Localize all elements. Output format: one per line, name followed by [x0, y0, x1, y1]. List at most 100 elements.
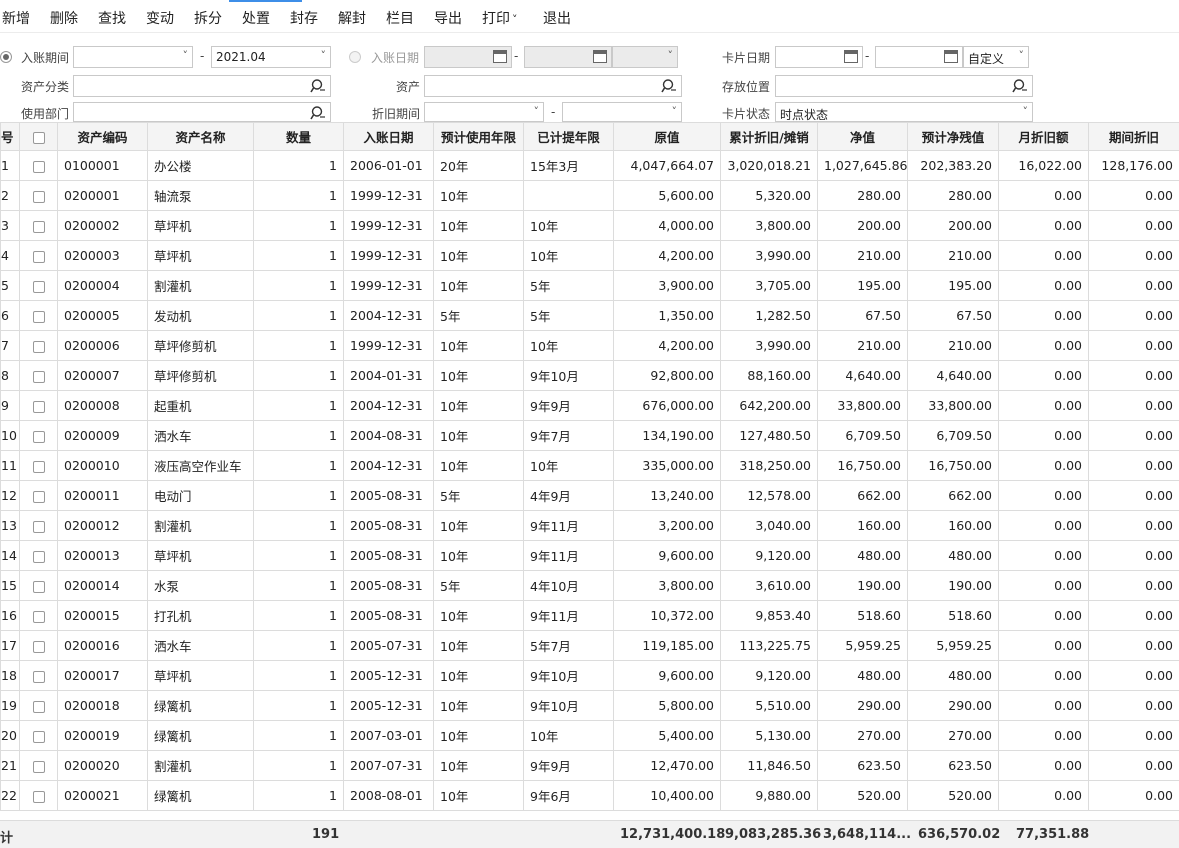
row-checkbox[interactable] — [32, 280, 45, 293]
row-checkbox[interactable] — [32, 250, 45, 263]
row-checkbox[interactable] — [32, 490, 45, 503]
search-icon[interactable] — [661, 78, 677, 94]
row-checkbox[interactable] — [32, 550, 45, 563]
asset-category-input[interactable] — [73, 75, 331, 97]
cell-row-checkbox[interactable] — [19, 630, 58, 661]
row-checkbox[interactable] — [32, 400, 45, 413]
cell-row-checkbox[interactable] — [19, 390, 58, 421]
change-button[interactable]: 变动 — [146, 8, 174, 28]
row-checkbox[interactable] — [32, 430, 45, 443]
add-button[interactable]: 新增 — [2, 8, 30, 28]
cell-row-checkbox[interactable] — [19, 720, 58, 751]
entry-period-radio[interactable] — [0, 51, 12, 63]
table-row[interactable]: 12 0200011 电动门 1 2005-08-31 5年 4年9月 13,240.00 12… — [0, 480, 1179, 511]
cell-row-checkbox[interactable] — [19, 540, 58, 571]
col-header-accumulated[interactable]: 累计折旧/摊销 — [720, 122, 818, 151]
select-all-checkbox[interactable] — [32, 131, 45, 144]
entry-date-from-input[interactable] — [424, 46, 512, 68]
row-checkbox[interactable] — [32, 220, 45, 233]
row-checkbox[interactable] — [32, 790, 45, 803]
table-row[interactable]: 2 0200001 轴流泵 1 1999-12-31 10年 5,600.00 5,320.0… — [0, 180, 1179, 211]
col-header-monthly[interactable]: 月折旧额 — [998, 122, 1089, 151]
depr-period-from-select[interactable]: ˅ — [424, 102, 544, 122]
cell-row-checkbox[interactable] — [19, 360, 58, 391]
split-button[interactable]: 拆分 — [194, 8, 222, 28]
cell-row-checkbox[interactable] — [19, 600, 58, 631]
row-checkbox[interactable] — [32, 190, 45, 203]
row-checkbox[interactable] — [32, 340, 45, 353]
table-row[interactable]: 14 0200013 草坪机 1 2005-08-31 10年 9年11月 9,600.00 9… — [0, 540, 1179, 571]
table-row[interactable]: 11 0200010 液压高空作业车 1 2004-12-31 10年 10年 335,000… — [0, 450, 1179, 481]
table-row[interactable]: 6 0200005 发动机 1 2004-12-31 5年 5年 1,350.00 1,282.… — [0, 300, 1179, 331]
col-header-asset-code[interactable]: 资产编码 — [57, 122, 148, 151]
depr-period-to-select[interactable]: ˅ — [562, 102, 682, 122]
table-row[interactable]: 7 0200006 草坪修剪机 1 1999-12-31 10年 10年 4,200.00 3,… — [0, 330, 1179, 361]
row-checkbox[interactable] — [32, 760, 45, 773]
table-row[interactable]: 22 0200021 绿篱机 1 2008-08-01 10年 9年6月 10,400.00 9… — [0, 780, 1179, 811]
table-row[interactable]: 1 0100001 办公楼 1 2006-01-01 20年 15年3月 4,047,664.… — [0, 150, 1179, 181]
col-header-index[interactable]: 号 — [0, 122, 20, 151]
search-icon[interactable] — [310, 105, 326, 121]
col-header-original-value[interactable]: 原值 — [613, 122, 721, 151]
table-row[interactable]: 17 0200016 洒水车 1 2005-07-31 10年 5年7月 119,185.00… — [0, 630, 1179, 661]
col-header-useful-life[interactable]: 预计使用年限 — [433, 122, 524, 151]
col-header-residual[interactable]: 预计净残值 — [907, 122, 999, 151]
cell-row-checkbox[interactable] — [19, 570, 58, 601]
col-header-select[interactable] — [19, 122, 58, 151]
table-row[interactable]: 15 0200014 水泵 1 2005-08-31 5年 4年10月 3,800.00 3,6… — [0, 570, 1179, 601]
cell-row-checkbox[interactable] — [19, 240, 58, 271]
cell-row-checkbox[interactable] — [19, 420, 58, 451]
cell-row-checkbox[interactable] — [19, 300, 58, 331]
row-checkbox[interactable] — [32, 520, 45, 533]
row-checkbox[interactable] — [32, 370, 45, 383]
row-checkbox[interactable] — [32, 460, 45, 473]
table-row[interactable]: 4 0200003 草坪机 1 1999-12-31 10年 10年 4,200.00 3,99… — [0, 240, 1179, 271]
export-button[interactable]: 导出 — [434, 8, 462, 28]
columns-button[interactable]: 栏目 — [386, 8, 414, 28]
table-row[interactable]: 3 0200002 草坪机 1 1999-12-31 10年 10年 4,000.00 3,80… — [0, 210, 1179, 241]
delete-button[interactable]: 删除 — [50, 8, 78, 28]
table-row[interactable]: 9 0200008 起重机 1 2004-12-31 10年 9年9月 676,000.00 6… — [0, 390, 1179, 421]
card-status-select[interactable]: 时点状态 ˅ — [775, 102, 1033, 122]
col-header-entry-date[interactable]: 入账日期 — [343, 122, 434, 151]
card-date-from-input[interactable] — [775, 46, 863, 68]
entry-date-radio[interactable] — [349, 51, 361, 63]
table-row[interactable]: 10 0200009 洒水车 1 2004-08-31 10年 9年7月 134,190.00… — [0, 420, 1179, 451]
cell-row-checkbox[interactable] — [19, 270, 58, 301]
card-date-mode-select[interactable]: 自定义 ˅ — [963, 46, 1029, 68]
row-checkbox[interactable] — [32, 160, 45, 173]
col-header-depreciated-years[interactable]: 已计提年限 — [523, 122, 614, 151]
department-input[interactable] — [73, 102, 331, 122]
row-checkbox[interactable] — [32, 610, 45, 623]
entry-date-mode-select[interactable]: ˅ — [612, 46, 678, 68]
entry-date-to-input[interactable] — [524, 46, 612, 68]
search-icon[interactable] — [1012, 78, 1028, 94]
table-row[interactable]: 16 0200015 打孔机 1 2005-08-31 10年 9年11月 10,372.00… — [0, 600, 1179, 631]
row-checkbox[interactable] — [32, 700, 45, 713]
print-button[interactable]: 打印 ˅ — [482, 8, 518, 28]
cell-row-checkbox[interactable] — [19, 150, 58, 181]
table-row[interactable]: 13 0200012 割灌机 1 2005-08-31 10年 9年11月 3,200.00 3… — [0, 510, 1179, 541]
entry-period-from-select[interactable]: ˅ — [73, 46, 193, 68]
unseal-button[interactable]: 解封 — [338, 8, 366, 28]
location-input[interactable] — [775, 75, 1033, 97]
cell-row-checkbox[interactable] — [19, 510, 58, 541]
row-checkbox[interactable] — [32, 640, 45, 653]
col-header-quantity[interactable]: 数量 — [253, 122, 344, 151]
cell-row-checkbox[interactable] — [19, 480, 58, 511]
cell-row-checkbox[interactable] — [19, 330, 58, 361]
table-row[interactable]: 19 0200018 绿篱机 1 2005-12-31 10年 9年10月 5,800.00 5… — [0, 690, 1179, 721]
table-row[interactable]: 20 0200019 绿篱机 1 2007-03-01 10年 10年 5,400.00 5,1… — [0, 720, 1179, 751]
cell-row-checkbox[interactable] — [19, 750, 58, 781]
row-checkbox[interactable] — [32, 730, 45, 743]
entry-period-to-select[interactable]: 2021.04 ˅ — [211, 46, 331, 68]
col-header-period[interactable]: 期间折旧 — [1088, 122, 1179, 151]
table-row[interactable]: 8 0200007 草坪修剪机 1 2004-01-31 10年 9年10月 92,800.0… — [0, 360, 1179, 391]
table-row[interactable]: 18 0200017 草坪机 1 2005-12-31 10年 9年10月 9,600.00 9… — [0, 660, 1179, 691]
cell-row-checkbox[interactable] — [19, 180, 58, 211]
search-icon[interactable] — [310, 78, 326, 94]
row-checkbox[interactable] — [32, 670, 45, 683]
table-row[interactable]: 21 0200020 割灌机 1 2007-07-31 10年 9年9月 12,470.00 1… — [0, 750, 1179, 781]
cell-row-checkbox[interactable] — [19, 690, 58, 721]
cell-row-checkbox[interactable] — [19, 450, 58, 481]
